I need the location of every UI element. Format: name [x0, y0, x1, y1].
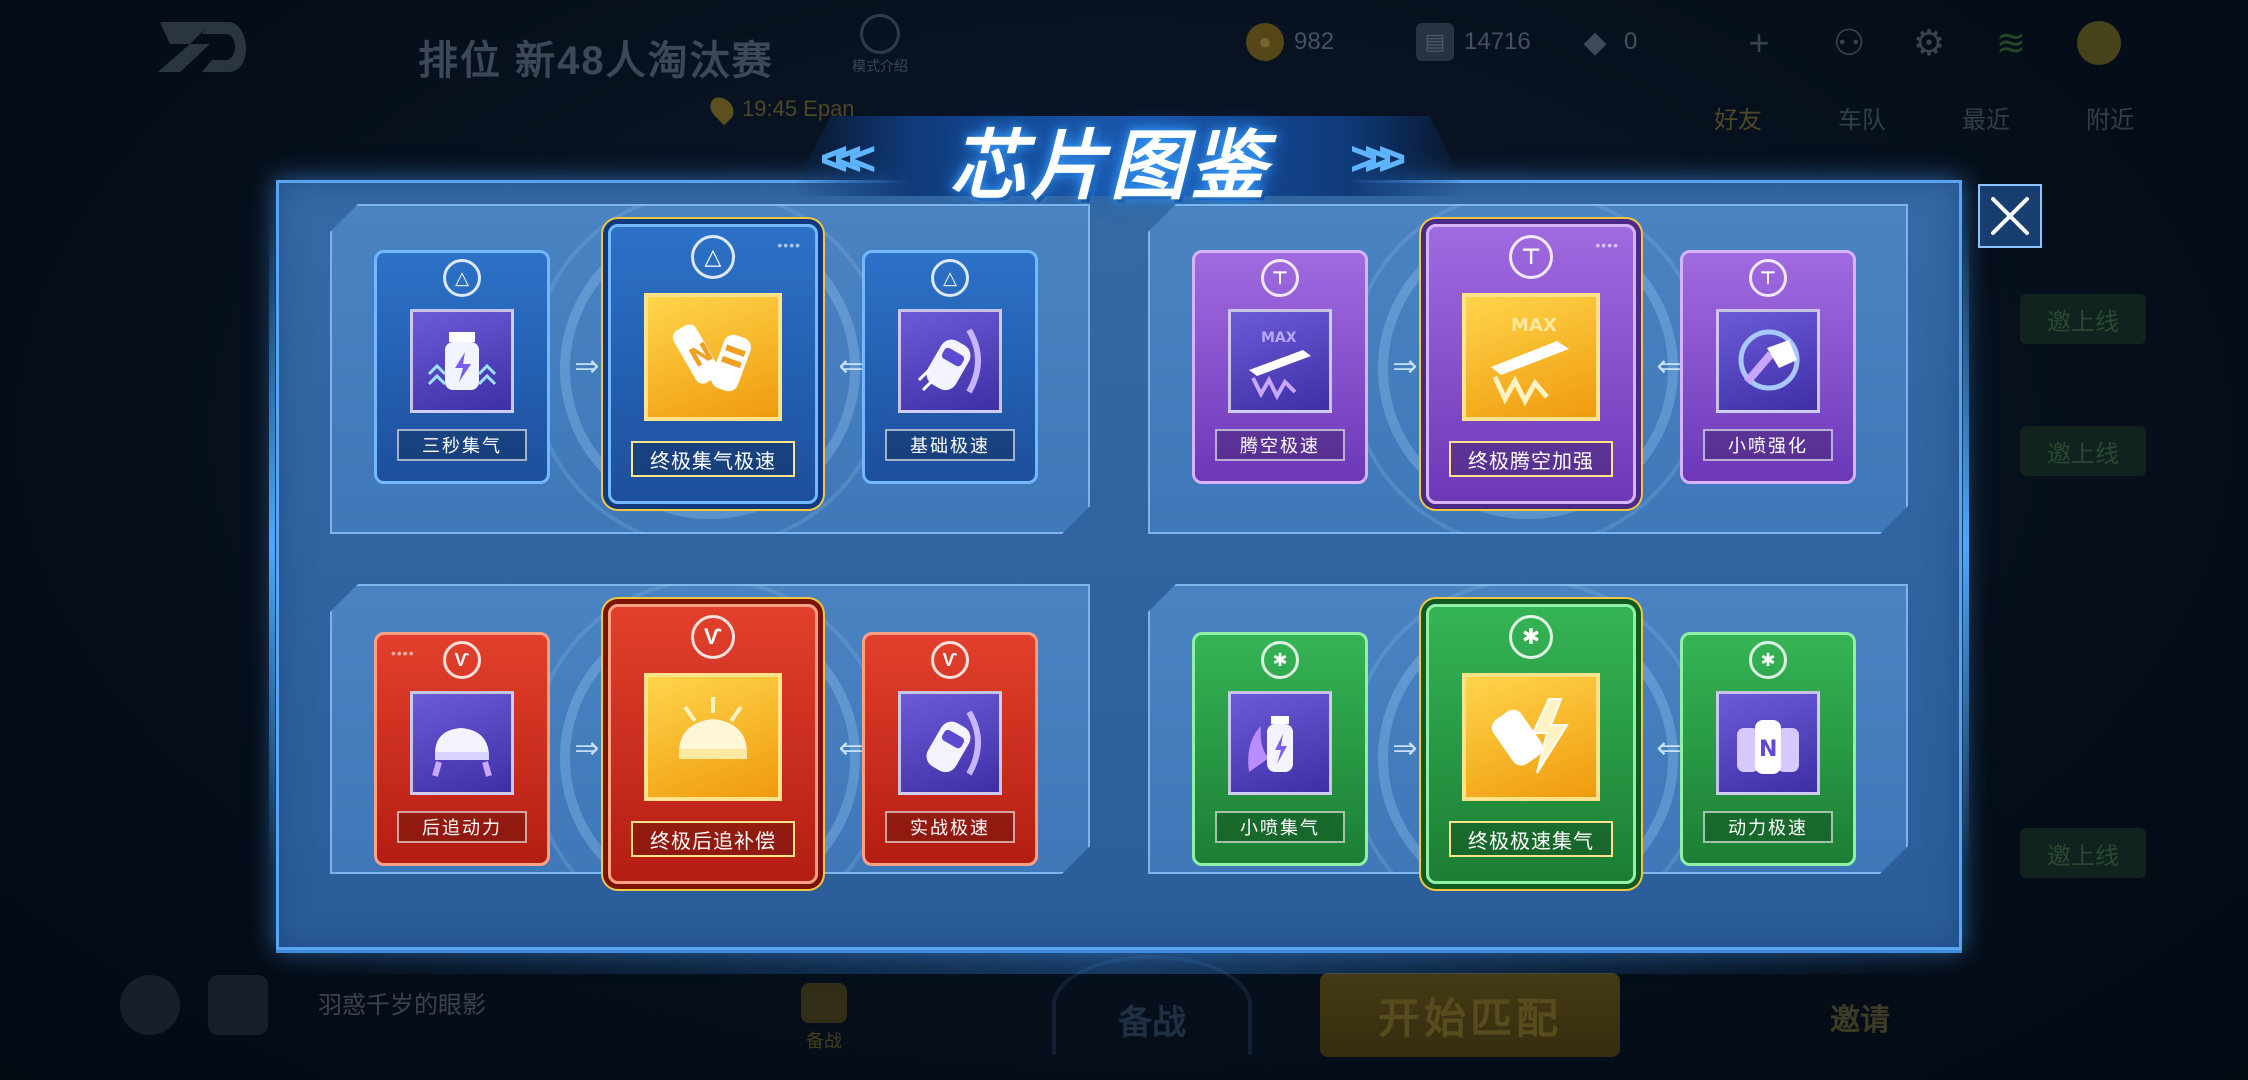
chip-label: 腾空极速 [1215, 429, 1345, 461]
modal-title: 芯片图鉴 [950, 124, 1270, 209]
wing-emblem-icon: ⊤ [1749, 259, 1787, 297]
max-flying-car-icon: MAX [1462, 293, 1600, 421]
chip-card[interactable]: Ѵ 实战极速 [862, 632, 1038, 866]
arrow-right-icon: ⇒ [574, 732, 599, 765]
chevron-right-icon: >>> [1350, 133, 1406, 186]
chip-card-ultimate[interactable]: △ •••• N 终极集气极速 [608, 224, 818, 504]
speed-car-icon [898, 309, 1002, 413]
chip-label: 三秒集气 [397, 429, 527, 461]
chip-label: 小喷强化 [1703, 429, 1833, 461]
dots-icon: •••• [1595, 237, 1619, 253]
chip-card-ultimate[interactable]: ⊤ •••• MAX 终极腾空加强 [1426, 224, 1636, 504]
arrow-right-icon: ⇒ [574, 350, 599, 383]
close-button[interactable] [1978, 184, 2042, 248]
chip-label: 动力极速 [1703, 811, 1833, 843]
horn-emblem-icon: Ѵ [691, 615, 735, 659]
chip-label: 终极腾空加强 [1449, 441, 1613, 477]
nitro-bottle-icon [410, 309, 514, 413]
chip-card[interactable]: ⊤ MAX 腾空极速 [1192, 250, 1368, 484]
chip-card[interactable]: △ 基础极速 [862, 250, 1038, 484]
wing-emblem-icon: ⊤ [1261, 259, 1299, 297]
arrow-right-icon: ⇒ [1392, 350, 1417, 383]
flying-car-icon: MAX [1228, 309, 1332, 413]
modal-footer-glow [276, 950, 1962, 974]
svg-text:N: N [1759, 737, 1777, 762]
chip-card[interactable]: ✱ 小喷集气 [1192, 632, 1368, 866]
triangle-emblem-icon: △ [443, 259, 481, 297]
arrow-right-icon: ⇒ [1392, 732, 1417, 765]
chip-label: 小喷集气 [1215, 811, 1345, 843]
chip-label: 终极集气极速 [631, 441, 795, 477]
wing-emblem-icon: ⊤ [1509, 235, 1553, 279]
close-icon [1991, 197, 2029, 235]
jet-boost-icon [1716, 309, 1820, 413]
nitro-bottles-icon: N [644, 293, 782, 421]
rear-boost-car-icon [644, 673, 782, 801]
horn-emblem-icon: Ѵ [443, 641, 481, 679]
chip-card-ultimate[interactable]: ✱ 终极极速集气 [1426, 604, 1636, 884]
lightning-jet-icon [1462, 673, 1600, 801]
chip-card[interactable]: Ѵ •••• 后追动力 [374, 632, 550, 866]
gear-emblem-icon: ✱ [1749, 641, 1787, 679]
svg-text:MAX: MAX [1511, 315, 1557, 336]
chip-card[interactable]: ✱ N 动力极速 [1680, 632, 1856, 866]
triangle-emblem-icon: △ [691, 235, 735, 279]
chevron-left-icon: <<< [820, 133, 876, 186]
rear-car-icon [410, 691, 514, 795]
triangle-emblem-icon: △ [931, 259, 969, 297]
drift-car-icon [898, 691, 1002, 795]
svg-text:MAX: MAX [1261, 330, 1297, 346]
chip-card[interactable]: △ 三秒集气 [374, 250, 550, 484]
flame-bottle-icon [1228, 691, 1332, 795]
horn-emblem-icon: Ѵ [931, 641, 969, 679]
gear-emblem-icon: ✱ [1261, 641, 1299, 679]
gear-emblem-icon: ✱ [1509, 615, 1553, 659]
chip-label: 终极后追补偿 [631, 821, 795, 857]
chip-card[interactable]: ⊤ 小喷强化 [1680, 250, 1856, 484]
n-bottles-icon: N [1716, 691, 1820, 795]
chip-label: 终极极速集气 [1449, 821, 1613, 857]
chip-card-ultimate[interactable]: Ѵ 终极后追补偿 [608, 604, 818, 884]
chip-label: 基础极速 [885, 429, 1015, 461]
dots-icon: •••• [777, 237, 801, 253]
chip-label: 后追动力 [397, 811, 527, 843]
dots-icon: •••• [391, 645, 415, 661]
chip-label: 实战极速 [885, 811, 1015, 843]
